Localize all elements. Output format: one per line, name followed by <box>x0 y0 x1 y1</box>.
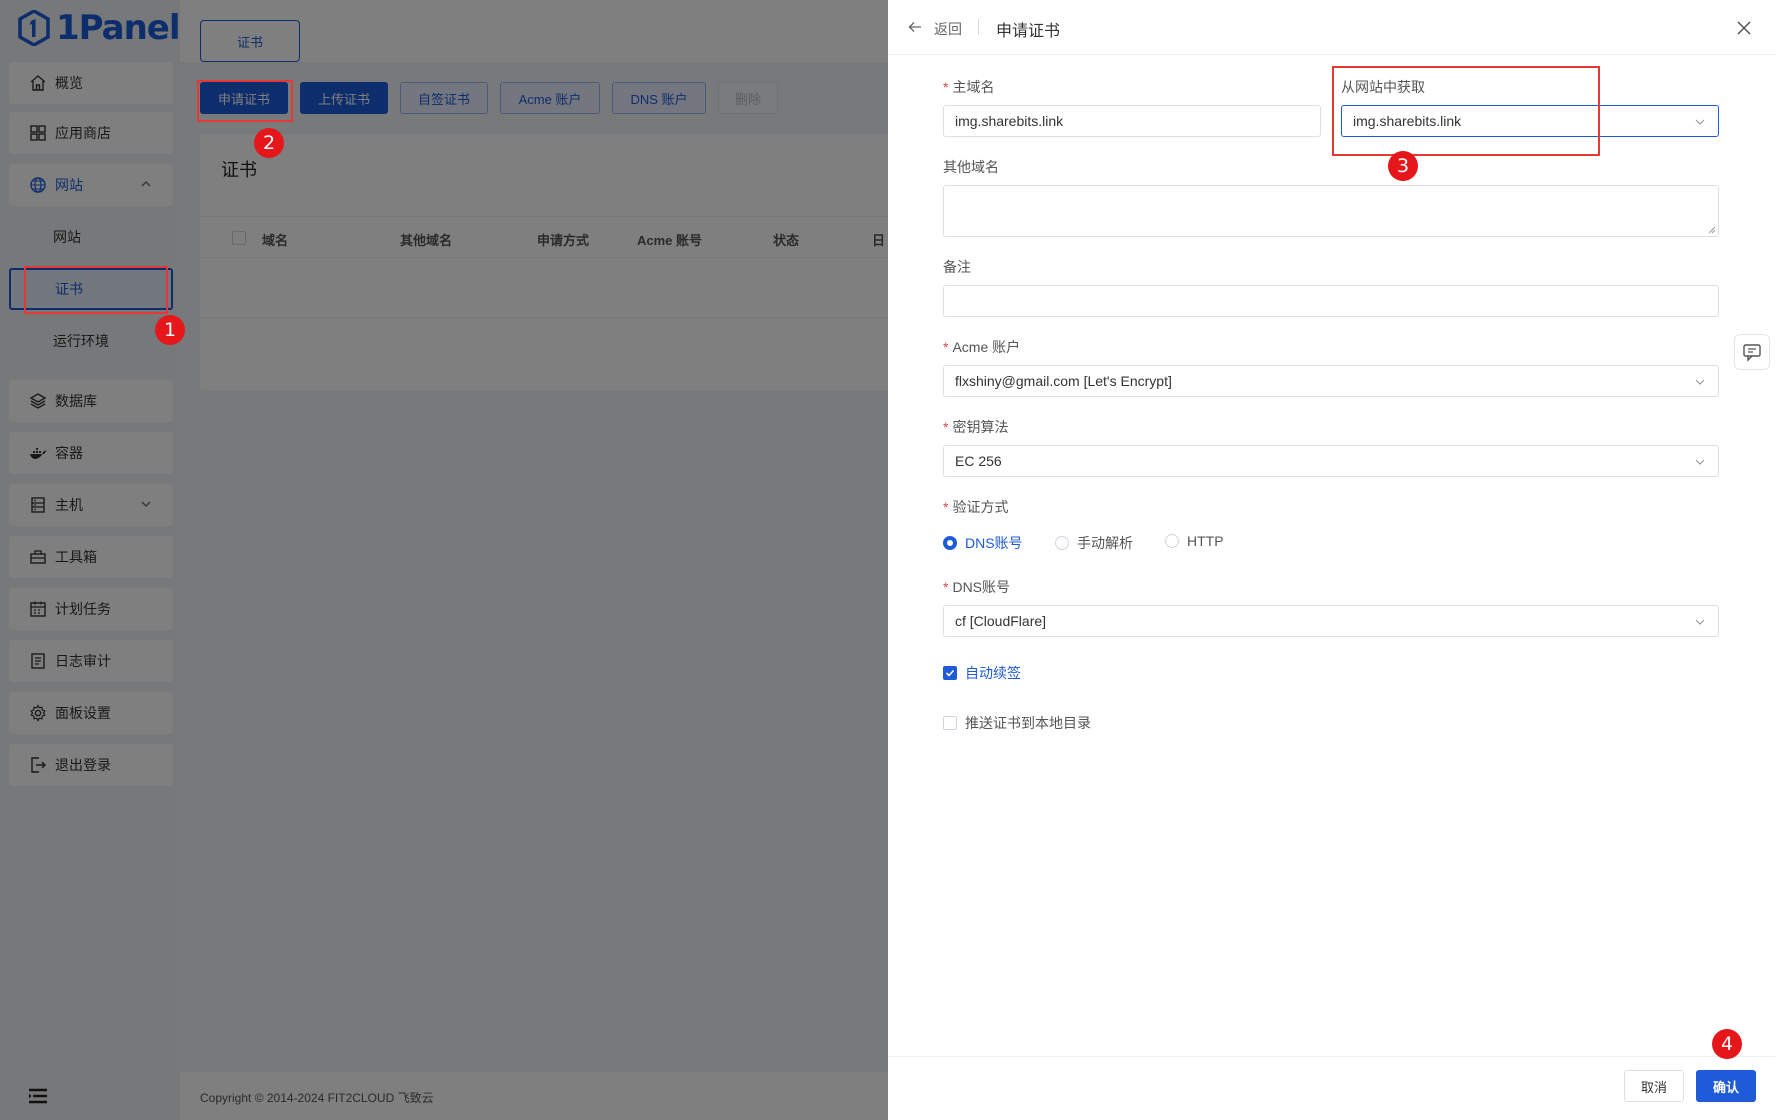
radio-dot <box>943 536 957 550</box>
cancel-button[interactable]: 取消 <box>1624 1070 1684 1102</box>
other-domains-textarea[interactable] <box>943 185 1719 237</box>
dns-account-label: *DNS账号 <box>943 577 1010 597</box>
step-marker-1: 1 <box>155 315 185 345</box>
drawer-header: 返回 申请证书 <box>888 0 1776 55</box>
push-local-checkbox[interactable]: 推送证书到本地目录 <box>943 713 1091 733</box>
remark-input[interactable] <box>943 285 1719 317</box>
key-algorithm-label: *密钥算法 <box>943 417 1008 437</box>
radio-dot <box>1055 536 1069 550</box>
acme-account-label: *Acme 账户 <box>943 337 1020 357</box>
back-link[interactable]: 返回 <box>934 19 962 39</box>
drawer-footer: 取消 确认 <box>888 1056 1776 1120</box>
resize-grip-icon[interactable] <box>1708 226 1716 234</box>
primary-domain-label: *主域名 <box>943 77 994 97</box>
chevron-down-icon <box>1694 116 1706 128</box>
checkmark-icon <box>943 666 957 680</box>
back-arrow-icon[interactable] <box>908 20 922 34</box>
primary-domain-input[interactable]: img.sharebits.link <box>943 105 1321 137</box>
radio-manual[interactable]: 手动解析 <box>1055 533 1133 553</box>
chevron-down-icon <box>1694 376 1706 388</box>
step-marker-4: 4 <box>1712 1029 1742 1059</box>
remark-label: 备注 <box>943 257 971 277</box>
step-marker-2: 2 <box>254 128 284 158</box>
verify-method-label: *验证方式 <box>943 497 1008 517</box>
from-website-label: 从网站中获取 <box>1341 77 1425 97</box>
apply-certificate-drawer: 返回 申请证书 *主域名 img.sharebits.link 从网站中获取 i… <box>888 0 1776 1120</box>
key-algorithm-select[interactable]: EC 256 <box>943 445 1719 477</box>
chevron-down-icon <box>1694 456 1706 468</box>
feedback-icon[interactable] <box>1734 334 1770 370</box>
radio-dns-account[interactable]: DNS账号 <box>943 533 1023 553</box>
chevron-down-icon <box>1694 616 1706 628</box>
drawer-title: 申请证书 <box>996 17 1060 41</box>
header-divider <box>978 19 979 35</box>
dns-account-select[interactable]: cf [CloudFlare] <box>943 605 1719 637</box>
close-icon[interactable] <box>1736 20 1752 36</box>
step-marker-3: 3 <box>1388 151 1418 181</box>
other-domains-label: 其他域名 <box>943 157 999 177</box>
checkbox-box <box>943 716 957 730</box>
radio-http[interactable]: HTTP <box>1165 533 1224 549</box>
from-website-select[interactable]: img.sharebits.link <box>1341 105 1719 137</box>
radio-dot <box>1165 534 1179 548</box>
confirm-button[interactable]: 确认 <box>1696 1070 1756 1102</box>
acme-account-select[interactable]: flxshiny@gmail.com [Let's Encrypt] <box>943 365 1719 397</box>
auto-renew-checkbox[interactable]: 自动续签 <box>943 663 1021 683</box>
